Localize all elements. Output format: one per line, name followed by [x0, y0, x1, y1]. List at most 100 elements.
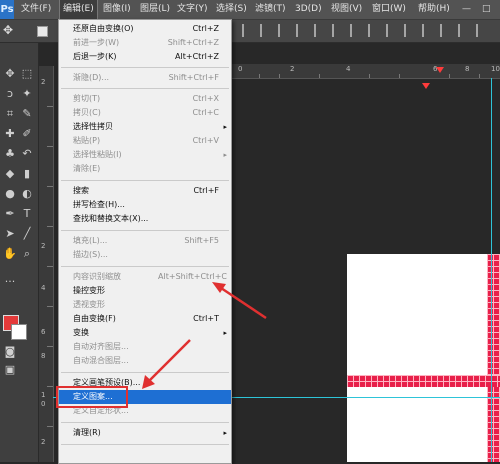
more-tools-icon[interactable]: ···: [3, 275, 17, 289]
pen-icon[interactable]: ✒: [3, 207, 17, 221]
history-brush-icon[interactable]: ↶: [20, 147, 34, 161]
menu-item-search[interactable]: 搜索 Ctrl+F: [59, 184, 231, 198]
menu-file[interactable]: 文件(F): [21, 0, 51, 19]
align-icon[interactable]: [440, 24, 453, 37]
auto-select-checkbox[interactable]: [37, 26, 48, 37]
menu-item-step-backward[interactable]: 后退一步(K) Alt+Ctrl+Z: [59, 50, 231, 64]
align-icon[interactable]: [476, 24, 489, 37]
magic-wand-icon[interactable]: ✦: [20, 87, 34, 101]
menu-help[interactable]: 帮助(H): [418, 0, 450, 19]
align-icon[interactable]: [296, 24, 309, 37]
shape-icon[interactable]: ╱: [20, 227, 34, 241]
vertical-ruler: 2 2 4 6 8 1 0 2: [39, 66, 54, 462]
brush-icon[interactable]: ✐: [20, 127, 34, 141]
align-icon[interactable]: [386, 24, 399, 37]
ruler-label: 2: [41, 438, 46, 446]
ruler-label: 6: [41, 328, 46, 336]
menu-item-spell-check[interactable]: 拼写检查(H)...: [59, 198, 231, 212]
align-icon[interactable]: [458, 24, 471, 37]
menu-item-stroke[interactable]: 描边(S)...: [59, 248, 231, 262]
ruler-marker: [436, 67, 444, 73]
menu-item-fill[interactable]: 填充(L)... Shift+F5: [59, 234, 231, 248]
submenu-arrow-icon: ▸: [223, 329, 227, 337]
menu-item-copy[interactable]: 拷贝(C) Ctrl+C: [59, 106, 231, 120]
quick-mask-icon[interactable]: ◙: [3, 345, 17, 359]
menu-item-purge[interactable]: 清理(R) ▸: [59, 426, 231, 440]
menu-item-find-replace[interactable]: 查找和替换文本(X)...: [59, 212, 231, 226]
ruler-marker: [422, 83, 430, 89]
menu-item-transform[interactable]: 变换 ▸: [59, 326, 231, 340]
submenu-arrow-icon: ▸: [223, 123, 227, 131]
edit-menu-dropdown: 还原自由变换(O) Ctrl+Z 前进一步(W) Shift+Ctrl+Z 后退一步…: [58, 19, 232, 464]
menu-item-define-custom-shape[interactable]: 定义自定形状...: [59, 404, 231, 418]
lasso-icon[interactable]: ↄ: [3, 87, 17, 101]
align-icon[interactable]: [314, 24, 327, 37]
menu-item-auto-blend-layers[interactable]: 自动混合图层...: [59, 354, 231, 368]
background-color[interactable]: [11, 324, 27, 340]
ruler-label: 8: [465, 65, 470, 73]
menu-edit[interactable]: 编辑(E): [59, 0, 98, 20]
crop-icon[interactable]: ⌗: [3, 107, 17, 121]
align-icon[interactable]: [260, 24, 273, 37]
ruler-label: 2: [41, 78, 46, 86]
menu-item-perspective-warp[interactable]: 透视变形: [59, 298, 231, 312]
menu-item-undo[interactable]: 还原自由变换(O) Ctrl+Z: [59, 22, 231, 36]
restore-button[interactable]: □: [482, 0, 491, 19]
align-icon[interactable]: [350, 24, 363, 37]
align-icon[interactable]: [368, 24, 381, 37]
submenu-arrow-icon: ▸: [223, 151, 227, 159]
menu-bar: Ps 文件(F) 编辑(E) 图像(I) 图层(L) 文字(Y) 选择(S) 滤…: [0, 0, 500, 20]
watermark: Baidu经验: [380, 424, 448, 439]
menu-type[interactable]: 文字(Y): [177, 0, 208, 19]
menu-item-clear[interactable]: 清除(E): [59, 162, 231, 176]
eraser-icon[interactable]: ◆: [3, 167, 17, 181]
path-select-icon[interactable]: ➤: [3, 227, 17, 241]
guide-line[interactable]: [491, 78, 492, 462]
menu-view[interactable]: 视图(V): [331, 0, 362, 19]
menu-item-content-aware-scale[interactable]: 内容识别缩放 Alt+Shift+Ctrl+C: [59, 270, 231, 284]
screen-mode-icon[interactable]: ▣: [3, 363, 17, 377]
ruler-label: 0: [238, 65, 243, 73]
move-icon[interactable]: ✥: [3, 67, 17, 81]
stamp-icon[interactable]: ♣: [3, 147, 17, 161]
menu-item-copy-special[interactable]: 选择性拷贝 ▸: [59, 120, 231, 134]
hand-icon[interactable]: ✋: [3, 247, 17, 261]
pattern-strip: [347, 375, 500, 387]
menu-item-step-forward[interactable]: 前进一步(W) Shift+Ctrl+Z: [59, 36, 231, 50]
menu-item-define-brush[interactable]: 定义画笔预设(B)...: [59, 376, 231, 390]
menu-item-fade[interactable]: 渐隐(D)... Shift+Ctrl+F: [59, 71, 231, 85]
menu-item-auto-align-layers[interactable]: 自动对齐图层...: [59, 340, 231, 354]
align-icon[interactable]: [242, 24, 255, 37]
menu-select[interactable]: 选择(S): [216, 0, 247, 19]
submenu-arrow-icon: ▸: [223, 429, 227, 437]
healing-icon[interactable]: ✚: [3, 127, 17, 141]
minimize-button[interactable]: —: [462, 0, 471, 19]
horizontal-ruler: 0 2 4 6 8 10: [229, 64, 500, 79]
menu-filter[interactable]: 滤镜(T): [255, 0, 286, 19]
menu-item-puppet-warp[interactable]: 操控变形: [59, 284, 231, 298]
dodge-icon[interactable]: ◐: [20, 187, 34, 201]
blur-icon[interactable]: ●: [3, 187, 17, 201]
zoom-icon[interactable]: ⌕: [20, 247, 34, 261]
menu-window[interactable]: 窗口(W): [372, 0, 406, 19]
menu-image[interactable]: 图像(I): [103, 0, 131, 19]
tool-panel: ✥ ⬚ ↄ ✦ ⌗ ✎ ✚ ✐ ♣ ↶ ◆ ▮ ● ◐ ✒ T ➤ ╱ ✋ ⌕ …: [0, 43, 39, 462]
menu-layer[interactable]: 图层(L): [140, 0, 170, 19]
align-icon[interactable]: [422, 24, 435, 37]
align-icon[interactable]: [332, 24, 345, 37]
text-icon[interactable]: T: [20, 207, 34, 221]
move-icon[interactable]: ✥: [3, 23, 13, 37]
menu-3d[interactable]: 3D(D): [295, 0, 322, 19]
menu-item-free-transform[interactable]: 自由变换(F) Ctrl+T: [59, 312, 231, 326]
eyedropper-icon[interactable]: ✎: [20, 107, 34, 121]
gradient-icon[interactable]: ▮: [20, 167, 34, 181]
photoshop-logo: Ps: [0, 0, 14, 19]
align-icon[interactable]: [404, 24, 417, 37]
menu-item-paste-special[interactable]: 选择性粘贴(I) ▸: [59, 148, 231, 162]
menu-item-cut[interactable]: 剪切(T) Ctrl+X: [59, 92, 231, 106]
menu-item-define-pattern[interactable]: 定义图案...: [59, 390, 231, 404]
marquee-icon[interactable]: ⬚: [20, 67, 34, 81]
menu-item-paste[interactable]: 粘贴(P) Ctrl+V: [59, 134, 231, 148]
align-buttons: [242, 24, 500, 38]
align-icon[interactable]: [278, 24, 291, 37]
